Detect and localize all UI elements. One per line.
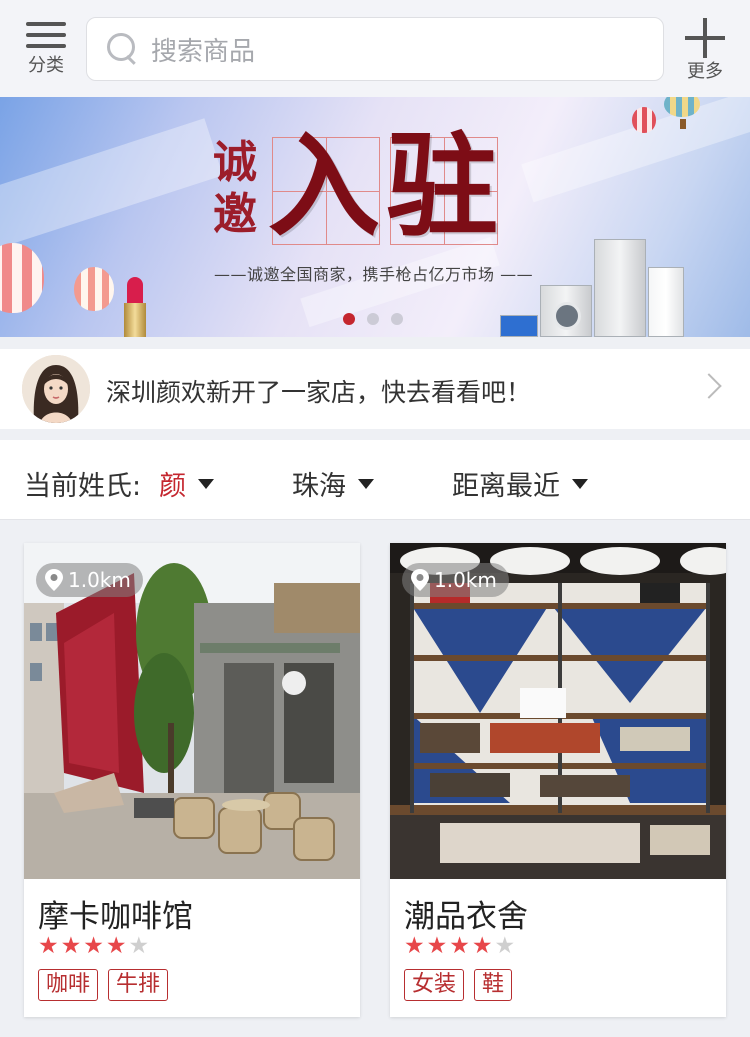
star-icon: ★ — [128, 933, 150, 959]
caret-down-icon — [572, 478, 588, 489]
carousel-dots[interactable] — [343, 313, 403, 325]
search-input[interactable]: 搜索商品 — [86, 17, 664, 81]
star-icon: ★ — [426, 933, 448, 959]
chevron-right-icon — [696, 373, 722, 399]
shop-image: 1.0km — [24, 543, 360, 879]
tv-icon — [500, 315, 538, 337]
plus-icon — [685, 18, 725, 58]
location-pin-icon — [45, 569, 63, 591]
fridge-icon — [648, 267, 684, 337]
shop-tag[interactable]: 鞋 — [474, 969, 513, 1001]
lipstick-icon — [124, 277, 146, 337]
new-shop-notice[interactable]: 深圳颜欢新开了一家店，快去看看吧！ — [0, 349, 750, 429]
shop-card[interactable]: 1.0km 潮品衣舍 ★ ★ ★ ★ ★ 女装 鞋 — [390, 543, 726, 1017]
surname-value: 颜 — [159, 471, 187, 502]
avatar — [22, 355, 90, 423]
banner-title-small: 诚邀 — [213, 137, 257, 240]
sort-label: 距离最近 — [452, 471, 560, 502]
star-rating: ★ ★ ★ ★ ★ — [404, 933, 515, 959]
washing-machine-icon — [540, 285, 592, 337]
search-placeholder: 搜索商品 — [151, 36, 256, 67]
category-label: 分类 — [28, 55, 64, 76]
fridge-icon — [594, 239, 646, 337]
distance-text: 1.0km — [434, 568, 497, 592]
more-label: 更多 — [687, 61, 723, 82]
distance-text: 1.0km — [68, 568, 131, 592]
shop-tag[interactable]: 咖啡 — [38, 969, 99, 1001]
sort-filter[interactable]: 距离最近 — [452, 464, 588, 503]
distance-badge: 1.0km — [402, 563, 509, 597]
shop-tag[interactable]: 女装 — [404, 969, 465, 1001]
notice-text: 深圳颜欢新开了一家店，快去看看吧！ — [106, 378, 532, 407]
balloon-icon — [632, 107, 656, 133]
surname-label: 当前姓氏: — [24, 471, 142, 502]
caret-down-icon — [198, 478, 215, 489]
star-rating: ★ ★ ★ ★ ★ — [38, 933, 149, 959]
shop-image: 1.0km — [390, 543, 726, 879]
menu-icon — [26, 18, 66, 50]
star-icon: ★ — [494, 933, 516, 959]
filter-bar: 当前姓氏: 颜 珠海 距离最近 — [0, 440, 750, 520]
category-button[interactable]: 分类 — [22, 18, 70, 82]
star-icon: ★ — [38, 933, 59, 959]
distance-badge: 1.0km — [36, 563, 143, 597]
banner-title-char-2: 驻 — [386, 121, 498, 252]
carousel-dot[interactable] — [391, 313, 403, 325]
city-label: 珠海 — [292, 471, 346, 502]
carousel-dot[interactable] — [367, 313, 379, 325]
shop-card[interactable]: 1.0km 摩卡咖啡馆 ★ ★ ★ ★ ★ 咖啡 牛排 — [24, 543, 360, 1017]
top-bar: 分类 搜索商品 更多 — [0, 0, 750, 97]
star-icon: ★ — [105, 933, 127, 959]
star-icon: ★ — [60, 933, 82, 959]
star-icon: ★ — [471, 933, 493, 959]
carousel-dot[interactable] — [343, 313, 355, 325]
shop-name: 摩卡咖啡馆 — [38, 899, 193, 935]
city-filter[interactable]: 珠海 — [292, 464, 374, 503]
star-icon: ★ — [404, 933, 425, 959]
balloon-icon — [0, 243, 44, 313]
surname-filter[interactable]: 当前姓氏: 颜 — [24, 464, 215, 503]
shop-tags: 咖啡 牛排 — [38, 969, 169, 1001]
banner-title-char-1: 入 — [268, 121, 380, 252]
banner-subtitle: ——诚邀全国商家，携手枪占亿万市场 —— — [214, 265, 534, 284]
promo-banner[interactable]: 诚邀 入 驻 ——诚邀全国商家，携手枪占亿万市场 —— — [0, 97, 750, 337]
search-icon — [107, 33, 139, 65]
shop-tag[interactable]: 牛排 — [108, 969, 169, 1001]
balloon-icon — [74, 267, 114, 311]
caret-down-icon — [358, 478, 374, 489]
star-icon: ★ — [83, 933, 104, 959]
shop-name: 潮品衣舍 — [404, 899, 528, 935]
more-button[interactable]: 更多 — [682, 18, 728, 82]
shop-tags: 女装 鞋 — [404, 969, 513, 1001]
star-icon: ★ — [449, 933, 470, 959]
location-pin-icon — [411, 569, 429, 591]
